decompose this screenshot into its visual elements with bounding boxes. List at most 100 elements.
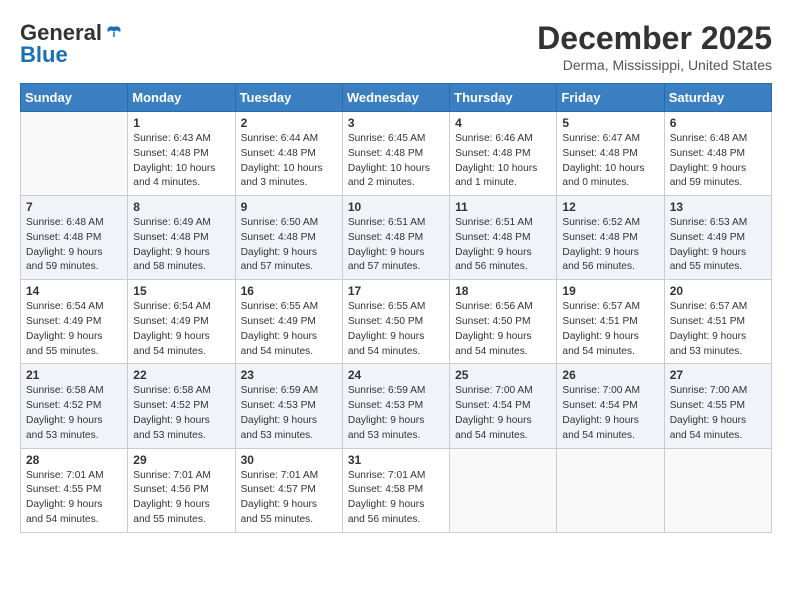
day-info: Sunrise: 6:59 AMSunset: 4:53 PMDaylight:… [241,384,337,443]
calendar-cell [664,448,771,532]
day-number: 22 [133,368,229,382]
calendar-cell: 3 Sunrise: 6:45 AMSunset: 4:48 PMDaylight… [342,112,449,196]
day-number: 21 [26,368,122,382]
day-number: 12 [562,200,658,214]
day-info: Sunrise: 6:51 AMSunset: 4:48 PMDaylight:… [455,216,551,275]
calendar-cell: 14Sunrise: 6:54 AMSunset: 4:49 PMDayligh… [21,280,128,364]
calendar-cell [21,112,128,196]
calendar-cell: 8 Sunrise: 6:49 AMSunset: 4:48 PMDaylight… [128,196,235,280]
day-info: Sunrise: 6:55 AMSunset: 4:50 PMDaylight:… [348,300,444,359]
calendar-cell: 31Sunrise: 7:01 AMSunset: 4:58 PMDayligh… [342,448,449,532]
day-number: 28 [26,453,122,467]
calendar-cell [450,448,557,532]
day-info: Sunrise: 7:01 AMSunset: 4:56 PMDaylight:… [133,469,229,528]
day-info: Sunrise: 7:01 AMSunset: 4:55 PMDaylight:… [26,469,122,528]
day-info: Sunrise: 6:43 AMSunset: 4:48 PMDaylight:… [133,132,229,191]
day-info: Sunrise: 6:48 AMSunset: 4:48 PMDaylight:… [26,216,122,275]
day-number: 10 [348,200,444,214]
day-number: 5 [562,116,658,130]
day-info: Sunrise: 6:54 AMSunset: 4:49 PMDaylight:… [133,300,229,359]
calendar-week-row: 7 Sunrise: 6:48 AMSunset: 4:48 PMDaylight… [21,196,772,280]
calendar-cell: 16 Sunrise: 6:55 AMSunset: 4:49 PMDayligh… [235,280,342,364]
day-number: 27 [670,368,766,382]
day-info: Sunrise: 6:46 AMSunset: 4:48 PMDaylight:… [455,132,551,191]
calendar-cell: 28 Sunrise: 7:01 AMSunset: 4:55 PMDayligh… [21,448,128,532]
day-number: 31 [348,453,444,467]
day-info: Sunrise: 6:58 AMSunset: 4:52 PMDaylight:… [133,384,229,443]
day-number: 18 [455,284,551,298]
calendar-cell: 7 Sunrise: 6:48 AMSunset: 4:48 PMDaylight… [21,196,128,280]
day-number: 4 [455,116,551,130]
day-info: Sunrise: 6:53 AMSunset: 4:49 PMDaylight:… [670,216,766,275]
day-info: Sunrise: 7:00 AMSunset: 4:54 PMDaylight:… [455,384,551,443]
day-info: Sunrise: 6:52 AMSunset: 4:48 PMDaylight:… [562,216,658,275]
day-info: Sunrise: 6:45 AMSunset: 4:48 PMDaylight:… [348,132,444,191]
calendar-cell: 30 Sunrise: 7:01 AMSunset: 4:57 PMDayligh… [235,448,342,532]
day-number: 1 [133,116,229,130]
day-number: 19 [562,284,658,298]
calendar-cell: 2Sunrise: 6:44 AMSunset: 4:48 PMDaylight… [235,112,342,196]
day-number: 11 [455,200,551,214]
day-number: 6 [670,116,766,130]
day-info: Sunrise: 7:00 AMSunset: 4:54 PMDaylight:… [562,384,658,443]
weekday-header-saturday: Saturday [664,84,771,112]
day-info: Sunrise: 6:59 AMSunset: 4:53 PMDaylight:… [348,384,444,443]
weekday-header-tuesday: Tuesday [235,84,342,112]
day-number: 25 [455,368,551,382]
calendar-cell: 5Sunrise: 6:47 AMSunset: 4:48 PMDaylight… [557,112,664,196]
day-info: Sunrise: 6:48 AMSunset: 4:48 PMDaylight:… [670,132,766,191]
day-info: Sunrise: 6:56 AMSunset: 4:50 PMDaylight:… [455,300,551,359]
calendar-cell: 9Sunrise: 6:50 AMSunset: 4:48 PMDaylight… [235,196,342,280]
page-header: General Blue December 2025 Derma, Missis… [20,20,772,73]
day-info: Sunrise: 7:01 AMSunset: 4:57 PMDaylight:… [241,469,337,528]
day-info: Sunrise: 6:44 AMSunset: 4:48 PMDaylight:… [241,132,337,191]
day-info: Sunrise: 6:58 AMSunset: 4:52 PMDaylight:… [26,384,122,443]
day-number: 20 [670,284,766,298]
day-number: 26 [562,368,658,382]
calendar-cell: 19 Sunrise: 6:57 AMSunset: 4:51 PMDayligh… [557,280,664,364]
calendar-week-row: 21 Sunrise: 6:58 AMSunset: 4:52 PMDayligh… [21,364,772,448]
calendar-cell: 21 Sunrise: 6:58 AMSunset: 4:52 PMDayligh… [21,364,128,448]
calendar-week-row: 28 Sunrise: 7:01 AMSunset: 4:55 PMDayligh… [21,448,772,532]
calendar-week-row: 14Sunrise: 6:54 AMSunset: 4:49 PMDayligh… [21,280,772,364]
day-number: 17 [348,284,444,298]
calendar-cell: 18 Sunrise: 6:56 AMSunset: 4:50 PMDayligh… [450,280,557,364]
day-info: Sunrise: 6:57 AMSunset: 4:51 PMDaylight:… [562,300,658,359]
day-number: 3 [348,116,444,130]
logo-blue: Blue [20,42,68,68]
day-number: 13 [670,200,766,214]
day-number: 24 [348,368,444,382]
calendar-cell: 29Sunrise: 7:01 AMSunset: 4:56 PMDayligh… [128,448,235,532]
day-info: Sunrise: 6:55 AMSunset: 4:49 PMDaylight:… [241,300,337,359]
calendar-cell: 13 Sunrise: 6:53 AMSunset: 4:49 PMDayligh… [664,196,771,280]
day-number: 8 [133,200,229,214]
calendar-cell: 22 Sunrise: 6:58 AMSunset: 4:52 PMDayligh… [128,364,235,448]
day-number: 30 [241,453,337,467]
calendar-cell: 12 Sunrise: 6:52 AMSunset: 4:48 PMDayligh… [557,196,664,280]
day-info: Sunrise: 6:51 AMSunset: 4:48 PMDaylight:… [348,216,444,275]
calendar-cell: 11 Sunrise: 6:51 AMSunset: 4:48 PMDayligh… [450,196,557,280]
location: Derma, Mississippi, United States [537,57,772,73]
logo-bird-icon [104,23,124,43]
day-number: 7 [26,200,122,214]
weekday-header-wednesday: Wednesday [342,84,449,112]
weekday-header-thursday: Thursday [450,84,557,112]
calendar-cell: 25 Sunrise: 7:00 AMSunset: 4:54 PMDayligh… [450,364,557,448]
calendar-table: SundayMondayTuesdayWednesdayThursdayFrid… [20,83,772,533]
day-number: 16 [241,284,337,298]
calendar-cell: 4 Sunrise: 6:46 AMSunset: 4:48 PMDaylight… [450,112,557,196]
day-number: 15 [133,284,229,298]
calendar-cell: 15 Sunrise: 6:54 AMSunset: 4:49 PMDayligh… [128,280,235,364]
month-title: December 2025 [537,20,772,57]
title-area: December 2025 Derma, Mississippi, United… [537,20,772,73]
calendar-cell: 10 Sunrise: 6:51 AMSunset: 4:48 PMDayligh… [342,196,449,280]
calendar-cell: 20Sunrise: 6:57 AMSunset: 4:51 PMDayligh… [664,280,771,364]
day-number: 9 [241,200,337,214]
calendar-week-row: 1 Sunrise: 6:43 AMSunset: 4:48 PMDaylight… [21,112,772,196]
logo: General Blue [20,20,124,68]
calendar-cell: 23 Sunrise: 6:59 AMSunset: 4:53 PMDayligh… [235,364,342,448]
day-info: Sunrise: 7:00 AMSunset: 4:55 PMDaylight:… [670,384,766,443]
day-number: 23 [241,368,337,382]
day-info: Sunrise: 6:49 AMSunset: 4:48 PMDaylight:… [133,216,229,275]
calendar-cell: 1 Sunrise: 6:43 AMSunset: 4:48 PMDaylight… [128,112,235,196]
